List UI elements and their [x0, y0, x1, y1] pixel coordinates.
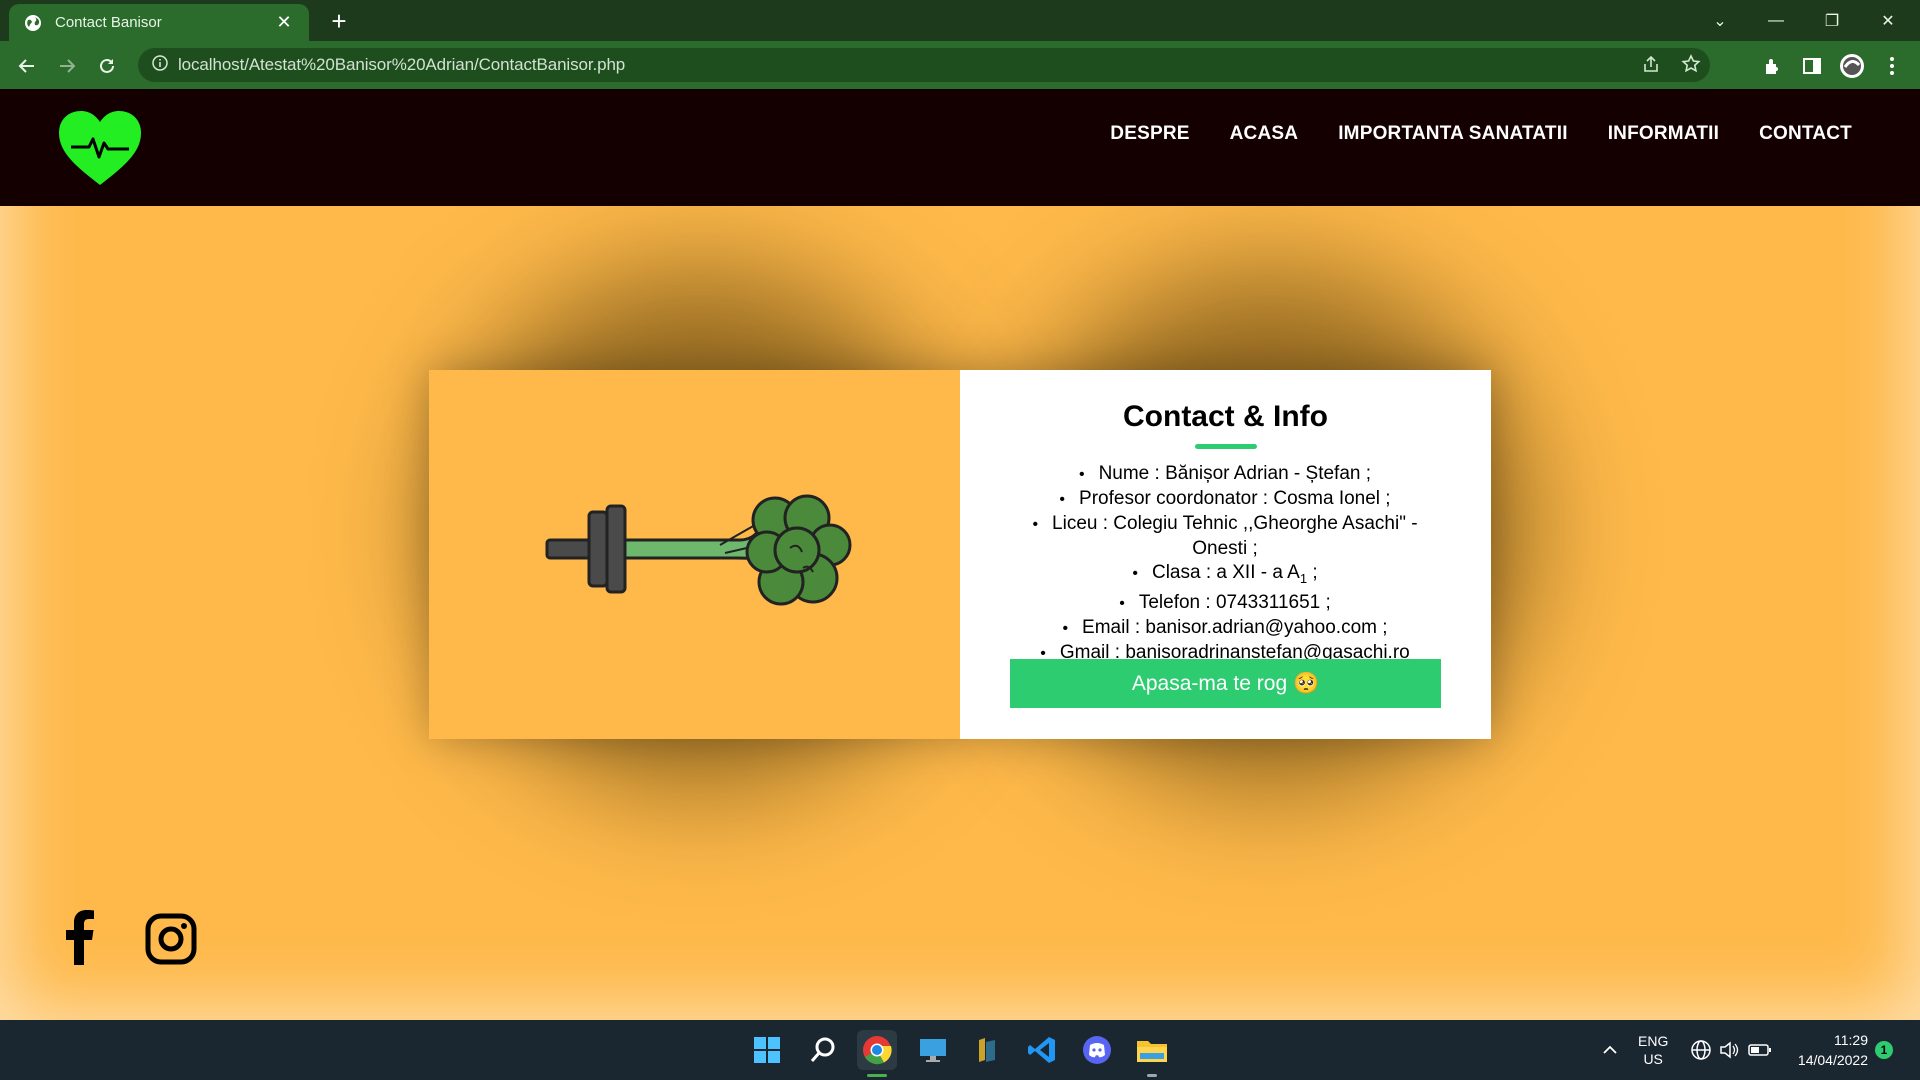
profile-avatar-icon[interactable] [1837, 51, 1867, 81]
broccoli-dumbbell-icon [545, 494, 852, 606]
contact-card: Contact & Info Nume : Bănișor Adrian - Ș… [429, 370, 1491, 739]
info-email: Email : banisor.adrian@yahoo.com ; [1015, 616, 1435, 641]
discord-icon[interactable] [1077, 1030, 1117, 1070]
info-name: Nume : Bănișor Adrian - Ștefan ; [1015, 462, 1435, 487]
reload-icon[interactable] [92, 51, 122, 81]
lang-bottom: US [1643, 1051, 1663, 1067]
back-icon[interactable] [12, 51, 42, 81]
new-tab-icon[interactable]: + [326, 8, 352, 34]
info-class: Clasa : a XII - a A1 ; [1015, 561, 1435, 591]
minimize-icon[interactable]: — [1748, 0, 1804, 41]
monitor-app-icon[interactable] [913, 1030, 953, 1070]
facebook-icon[interactable] [62, 909, 96, 970]
volume-icon[interactable] [1718, 1020, 1740, 1080]
main-nav: DESPRE ACASA IMPORTANTA SANATATII INFORM… [1110, 123, 1852, 145]
browser-tab[interactable]: Contact Banisor ✕ [9, 4, 309, 41]
nav-despre[interactable]: DESPRE [1110, 123, 1189, 145]
forward-icon[interactable] [52, 51, 82, 81]
tab-search-icon[interactable]: ⌄ [1692, 0, 1748, 41]
nav-importanta-sanatatii[interactable]: IMPORTANTA SANATATII [1338, 123, 1568, 145]
windows-start-icon[interactable] [747, 1030, 787, 1070]
clock[interactable]: 11:29 14/04/2022 [1788, 1020, 1868, 1080]
web-page: DESPRE ACASA IMPORTANTA SANATATII INFORM… [0, 89, 1920, 1020]
clock-date: 14/04/2022 [1797, 1052, 1868, 1068]
extensions-icon[interactable] [1757, 51, 1787, 81]
nav-informatii[interactable]: INFORMATII [1608, 123, 1719, 145]
chrome-icon[interactable] [857, 1030, 897, 1070]
nav-contact[interactable]: CONTACT [1759, 123, 1852, 145]
card-image-panel [429, 370, 960, 739]
restore-icon[interactable]: ❐ [1804, 0, 1860, 41]
site-navbar: DESPRE ACASA IMPORTANTA SANATATII INFORM… [0, 89, 1920, 206]
search-icon[interactable] [803, 1030, 843, 1070]
info-phone: Telefon : 0743311651 ; [1015, 591, 1435, 616]
address-bar[interactable]: localhost/Atestat%20Banisor%20Adrian/Con… [138, 48, 1710, 82]
clock-time: 11:29 [1834, 1032, 1868, 1048]
instagram-icon[interactable] [145, 913, 197, 970]
tab-title: Contact Banisor [55, 14, 162, 31]
language-indicator[interactable]: ENG US [1638, 1020, 1668, 1080]
menu-dots-icon[interactable] [1877, 51, 1907, 81]
heart-logo-icon[interactable] [57, 109, 143, 187]
card-info-panel: Contact & Info Nume : Bănișor Adrian - Ș… [960, 370, 1491, 739]
globe-icon [23, 13, 43, 33]
explorer-open-indicator [1147, 1074, 1157, 1077]
vscode-icon[interactable] [1022, 1030, 1062, 1070]
close-tab-icon[interactable]: ✕ [273, 12, 295, 34]
close-window-icon[interactable]: ✕ [1860, 0, 1916, 41]
press-me-button[interactable]: Apasa-ma te rog 🥺 [1010, 659, 1441, 708]
url-text: localhost/Atestat%20Banisor%20Adrian/Con… [178, 55, 626, 74]
title-underline [1195, 444, 1257, 449]
browser-toolbar: localhost/Atestat%20Banisor%20Adrian/Con… [0, 41, 1920, 89]
nav-acasa[interactable]: ACASA [1230, 123, 1299, 145]
side-panel-icon[interactable] [1797, 51, 1827, 81]
browser-tabbar: Contact Banisor ✕ + ⌄ — ❐ ✕ [0, 0, 1920, 41]
bookmark-star-icon[interactable] [1680, 53, 1702, 80]
lang-top: ENG [1638, 1033, 1669, 1049]
network-globe-icon[interactable] [1690, 1020, 1712, 1080]
info-coordinator: Profesor coordonator : Cosma Ionel ; [1015, 487, 1435, 512]
file-explorer-icon[interactable] [1132, 1030, 1172, 1070]
info-school: Liceu : Colegiu Tehnic ,,Gheorghe Asachi… [1015, 512, 1435, 561]
windows-taskbar: ENG US 11:29 14/04/2022 1 [0, 1020, 1920, 1080]
book-app-icon[interactable] [967, 1030, 1007, 1070]
notification-badge[interactable]: 1 [1875, 1041, 1893, 1059]
battery-icon[interactable] [1748, 1020, 1772, 1080]
info-list: Nume : Bănișor Adrian - Ștefan ; Profeso… [1015, 462, 1435, 666]
info-icon[interactable] [152, 54, 168, 76]
card-title: Contact & Info [1123, 400, 1328, 433]
share-icon[interactable] [1640, 53, 1662, 80]
active-app-indicator [867, 1074, 887, 1077]
tray-overflow-chevron-icon[interactable] [1602, 1020, 1618, 1080]
